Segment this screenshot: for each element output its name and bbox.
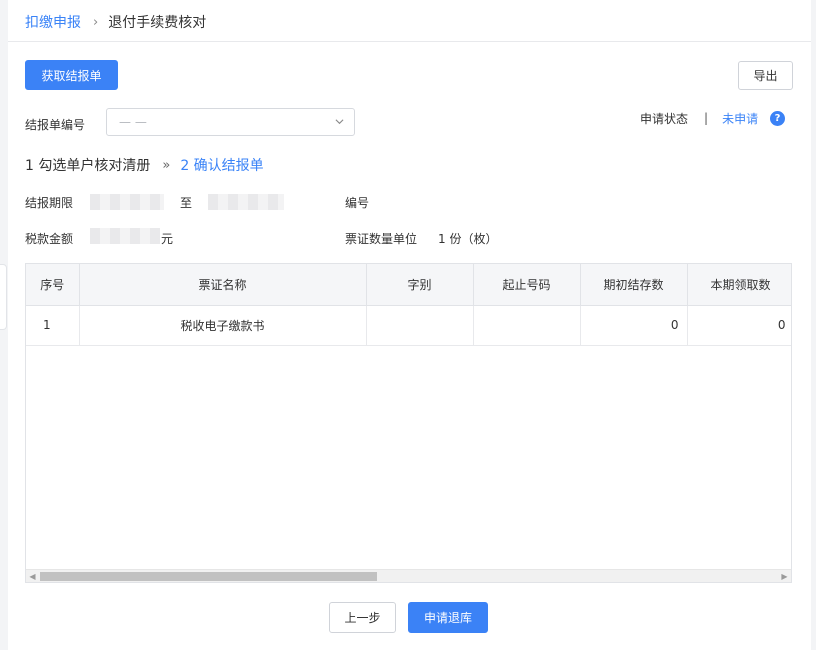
table-header-row: 序号 票证名称 字别 起止号码 期初结存数 本期领取数 bbox=[26, 264, 791, 306]
apply-status: 申请状态 | 未申请 ? bbox=[640, 109, 786, 127]
ticket-table: 序号 票证名称 字别 起止号码 期初结存数 本期领取数 1 税收电子缴款书 0 … bbox=[25, 263, 792, 583]
step-2[interactable]: 2 确认结报单 bbox=[180, 155, 263, 175]
report-no-label: 结报单编号 bbox=[25, 118, 86, 132]
amount-label: 税款金额 bbox=[25, 232, 74, 246]
table-row[interactable]: 1 税收电子缴款书 0 0 bbox=[26, 305, 791, 346]
breadcrumb-parent-link[interactable]: 扣缴申报 bbox=[25, 12, 81, 32]
status-value: 未申请 bbox=[722, 111, 759, 126]
chevron-right-icon: › bbox=[93, 14, 99, 30]
col-header-index: 序号 bbox=[26, 264, 80, 306]
redacted-amount bbox=[90, 228, 160, 244]
cell-index: 1 bbox=[26, 305, 80, 346]
redacted-period-start bbox=[90, 194, 164, 210]
report-no-select[interactable]: — — bbox=[106, 108, 355, 136]
apply-refund-button[interactable]: 申请退库 bbox=[408, 602, 488, 633]
cell-word-type bbox=[366, 305, 474, 346]
col-header-number-range: 起止号码 bbox=[473, 264, 581, 306]
horizontal-scrollbar[interactable]: ◀ ▶ bbox=[26, 569, 791, 582]
step-1[interactable]: 1 勾选单户核对清册 bbox=[25, 155, 150, 175]
scrollbar-thumb[interactable] bbox=[40, 572, 377, 581]
export-button[interactable]: 导出 bbox=[738, 61, 793, 90]
quantity-unit-value: 1 份（枚） bbox=[438, 232, 498, 246]
main-panel: 扣缴申报 › 退付手续费核对 获取结报单 导出 结报单编号 — — 申请状态 |… bbox=[8, 0, 811, 650]
redacted-period-end bbox=[208, 194, 284, 210]
cell-number-range bbox=[473, 305, 581, 346]
breadcrumb-current: 退付手续费核对 bbox=[108, 15, 207, 31]
col-header-ticket-name: 票证名称 bbox=[79, 264, 367, 306]
fetch-report-button[interactable]: 获取结报单 bbox=[25, 60, 118, 90]
scroll-left-icon[interactable]: ◀ bbox=[26, 570, 39, 582]
header-divider bbox=[8, 41, 811, 42]
amount-unit: 元 bbox=[161, 232, 174, 246]
cell-received-this-period: 0 bbox=[687, 305, 791, 346]
col-header-received-this-period: 本期领取数 bbox=[687, 264, 791, 306]
double-chevron-right-icon: » bbox=[162, 157, 171, 173]
scroll-right-icon[interactable]: ▶ bbox=[778, 570, 791, 582]
chevron-down-icon bbox=[335, 119, 344, 125]
period-to-label: 至 bbox=[180, 196, 193, 210]
status-label: 申请状态 bbox=[640, 111, 689, 126]
quantity-unit-label: 票证数量单位 bbox=[345, 232, 418, 246]
period-label: 结报期限 bbox=[25, 196, 74, 210]
help-icon[interactable]: ? bbox=[770, 110, 786, 126]
previous-step-button[interactable]: 上一步 bbox=[329, 602, 396, 633]
col-header-opening-balance: 期初结存数 bbox=[580, 264, 688, 306]
status-separator: | bbox=[704, 111, 709, 125]
col-header-word-type: 字别 bbox=[366, 264, 474, 306]
cell-ticket-name: 税收电子缴款书 bbox=[79, 305, 367, 346]
report-no-value: — — bbox=[119, 115, 147, 129]
cell-opening-balance: 0 bbox=[580, 305, 688, 346]
breadcrumb: 扣缴申报 › 退付手续费核对 bbox=[25, 12, 206, 32]
step-indicator: 1 勾选单户核对清册 » 2 确认结报单 bbox=[25, 155, 264, 175]
side-collapse-tab[interactable] bbox=[0, 264, 7, 330]
number-label: 编号 bbox=[345, 196, 370, 210]
